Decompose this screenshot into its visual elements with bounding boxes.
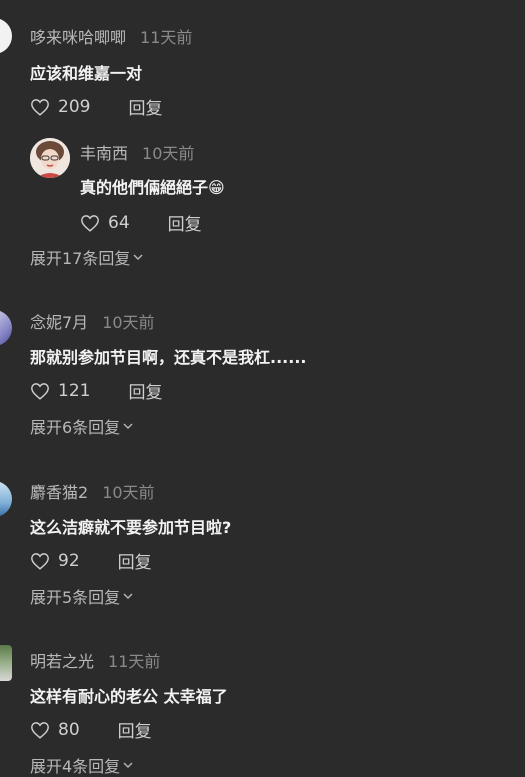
chevron-down-icon xyxy=(123,423,133,429)
chevron-down-icon xyxy=(133,254,143,260)
comment-text: 这样有耐心的老公 太幸福了 xyxy=(30,687,228,706)
like-count: 121 xyxy=(58,380,91,401)
avatar[interactable] xyxy=(0,18,12,54)
reply-author-name[interactable]: 丰南西 xyxy=(80,144,128,163)
heart-icon[interactable] xyxy=(30,721,50,739)
like-count: 64 xyxy=(108,212,130,233)
heart-icon[interactable] xyxy=(30,552,50,570)
reply-button[interactable]: 回复 xyxy=(128,94,162,119)
expand-replies-button[interactable]: 展开5条回复 xyxy=(30,584,133,608)
comment-text: 这么洁癖就不要参加节目啦? xyxy=(30,518,232,537)
comment-text: 那就别参加节目啊，还真不是我杠...... xyxy=(30,348,307,367)
heart-icon[interactable] xyxy=(30,98,50,116)
reply-time: 10天前 xyxy=(142,144,195,163)
comment-author[interactable]: 麝香猫2 10天前 xyxy=(30,479,155,503)
avatar[interactable] xyxy=(0,645,12,681)
reply-actions: 64 回复 xyxy=(80,210,202,235)
reply-button[interactable]: 回复 xyxy=(118,717,152,742)
avatar[interactable] xyxy=(0,310,12,346)
comment-actions: 80 回复 xyxy=(30,717,152,742)
author-name[interactable]: 麝香猫2 xyxy=(30,483,88,502)
comment-time: 10天前 xyxy=(102,313,155,332)
reply-author[interactable]: 丰南西 10天前 xyxy=(80,140,194,164)
like-count: 209 xyxy=(58,96,91,117)
comment-actions: 209 回复 xyxy=(30,94,162,119)
comment-time: 11天前 xyxy=(140,28,193,47)
chevron-down-icon xyxy=(123,762,133,768)
reply-button[interactable]: 回复 xyxy=(128,378,162,403)
reply-button[interactable]: 回复 xyxy=(168,210,202,235)
chevron-down-icon xyxy=(123,593,133,599)
reply-text: 真的他們倆絕絕子😁 xyxy=(80,174,225,198)
comment-author[interactable]: 明若之光 11天前 xyxy=(30,648,160,672)
author-name[interactable]: 哆来咪哈唧唧 xyxy=(30,28,126,47)
comment-author[interactable]: 念妮7月 10天前 xyxy=(30,309,155,333)
expand-replies-button[interactable]: 展开17条回复 xyxy=(30,245,143,269)
comment-text: 应该和维嘉一对 xyxy=(30,64,143,83)
author-name[interactable]: 念妮7月 xyxy=(30,313,88,332)
author-name[interactable]: 明若之光 xyxy=(30,652,94,671)
comment-actions: 92 回复 xyxy=(30,548,152,573)
like-count: 92 xyxy=(58,550,80,571)
comment-author[interactable]: 哆来咪哈唧唧 11天前 xyxy=(30,24,192,48)
comment-time: 11天前 xyxy=(108,652,161,671)
comment-actions: 121 回复 xyxy=(30,378,162,403)
grin-emoji-icon: 😁 xyxy=(208,178,225,197)
expand-label: 展开6条回复 xyxy=(30,418,121,437)
reply-avatar[interactable] xyxy=(30,138,70,178)
expand-replies-button[interactable]: 展开4条回复 xyxy=(30,753,133,777)
expand-label: 展开4条回复 xyxy=(30,757,121,776)
reply-text-content: 真的他們倆絕絕子 xyxy=(80,178,209,197)
expand-replies-button[interactable]: 展开6条回复 xyxy=(30,414,133,438)
comment-time: 10天前 xyxy=(102,483,155,502)
expand-label: 展开17条回复 xyxy=(30,249,131,268)
like-count: 80 xyxy=(58,719,80,740)
heart-icon[interactable] xyxy=(80,214,100,232)
avatar[interactable] xyxy=(0,481,12,517)
heart-icon[interactable] xyxy=(30,382,50,400)
expand-label: 展开5条回复 xyxy=(30,588,121,607)
reply-button[interactable]: 回复 xyxy=(118,548,152,573)
portrait-icon xyxy=(30,138,70,178)
